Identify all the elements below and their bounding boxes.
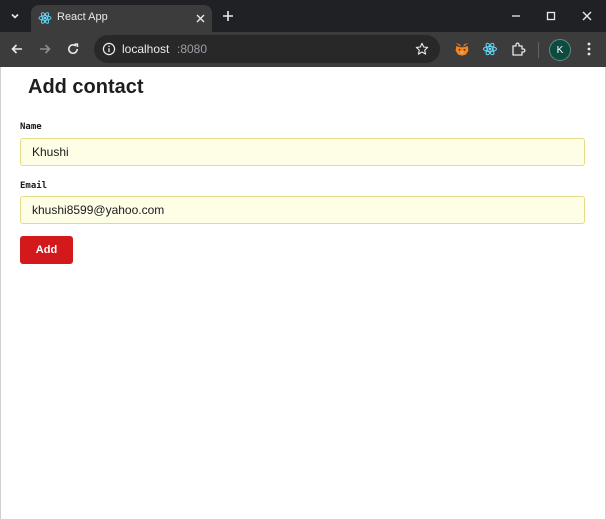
forward-arrow-icon[interactable] bbox=[36, 40, 54, 58]
tab-strip: React App bbox=[0, 0, 606, 32]
react-devtools-icon[interactable] bbox=[482, 41, 498, 57]
bookmark-star-icon[interactable] bbox=[414, 41, 430, 57]
react-icon bbox=[38, 11, 52, 25]
url-host: localhost bbox=[122, 42, 170, 56]
reload-icon[interactable] bbox=[64, 40, 82, 58]
browser-toolbar: localhost :8080 K bbox=[0, 32, 606, 67]
maximize-icon[interactable] bbox=[543, 8, 559, 24]
address-bar[interactable]: localhost :8080 bbox=[94, 35, 440, 63]
tab-close-icon[interactable] bbox=[194, 12, 206, 24]
url-port: :8080 bbox=[177, 42, 208, 56]
info-icon[interactable] bbox=[102, 42, 116, 56]
tab-title: React App bbox=[57, 11, 108, 23]
back-arrow-icon[interactable] bbox=[8, 40, 26, 58]
tab-react-app[interactable]: React App bbox=[31, 5, 212, 32]
new-tab-plus-icon[interactable] bbox=[220, 8, 236, 24]
metamask-fox-icon[interactable] bbox=[454, 41, 470, 57]
add-button[interactable]: Add bbox=[20, 236, 73, 264]
minimize-icon[interactable] bbox=[508, 8, 524, 24]
toolbar-divider bbox=[538, 42, 539, 58]
profile-avatar[interactable]: K bbox=[549, 39, 571, 61]
name-input[interactable] bbox=[20, 138, 585, 166]
page-title: Add contact bbox=[28, 76, 144, 98]
email-label: Email bbox=[20, 181, 48, 191]
close-window-icon[interactable] bbox=[579, 8, 595, 24]
email-input[interactable] bbox=[20, 196, 585, 224]
kebab-menu-icon[interactable] bbox=[580, 40, 598, 58]
name-label: Name bbox=[20, 122, 42, 132]
window-edge-left bbox=[0, 67, 1, 519]
puzzle-extensions-icon[interactable] bbox=[510, 41, 526, 57]
tab-search-chevron-icon[interactable] bbox=[6, 7, 24, 25]
